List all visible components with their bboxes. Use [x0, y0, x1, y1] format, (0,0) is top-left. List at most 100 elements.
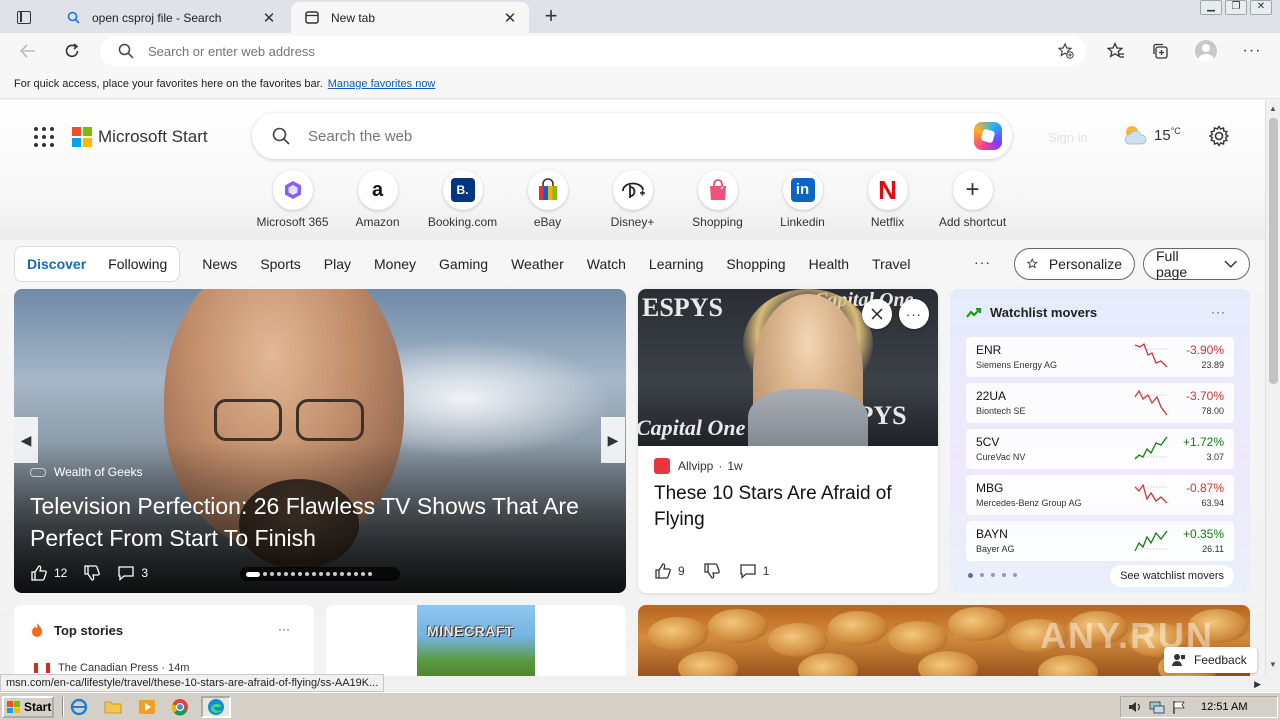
- shortcut-disney[interactable]: Disney+: [590, 170, 675, 229]
- news-card[interactable]: ESPYS Capital One Capital One SPYS ··· A…: [638, 289, 938, 593]
- nav-health[interactable]: Health: [809, 256, 849, 272]
- settings-more-button[interactable]: ···: [1242, 41, 1262, 61]
- full-page-dropdown[interactable]: Full page: [1143, 248, 1250, 280]
- tab-following[interactable]: Following: [108, 256, 167, 272]
- pager-dot[interactable]: [347, 572, 351, 576]
- address-bar[interactable]: [100, 36, 1086, 66]
- nav-weather[interactable]: Weather: [511, 256, 564, 272]
- pager-dot[interactable]: [263, 572, 267, 576]
- tab-actions-button[interactable]: [8, 6, 40, 28]
- shortcut-amazon[interactable]: a Amazon: [335, 170, 420, 229]
- folder-icon[interactable]: [104, 698, 122, 716]
- carousel-prev-button[interactable]: ◀: [14, 417, 38, 463]
- web-search-input[interactable]: [308, 127, 928, 145]
- ie-icon[interactable]: [70, 698, 88, 716]
- sign-in-link[interactable]: Sign in: [1048, 130, 1088, 145]
- address-input[interactable]: [148, 43, 1008, 59]
- nav-travel[interactable]: Travel: [872, 256, 910, 272]
- tab-discover[interactable]: Discover: [27, 256, 86, 272]
- network-icon[interactable]: [1149, 699, 1165, 715]
- pager-dot[interactable]: [246, 571, 260, 577]
- shortcut-netflix[interactable]: N Netflix: [845, 170, 930, 229]
- thumbs-down-icon[interactable]: [83, 564, 101, 582]
- gear-icon[interactable]: [1208, 125, 1230, 147]
- pager-dot[interactable]: [298, 572, 302, 576]
- pager-dot[interactable]: [277, 572, 281, 576]
- microsoft-start-logo[interactable]: Microsoft Start: [72, 127, 208, 147]
- pager-dot[interactable]: [291, 572, 295, 576]
- pager-dot[interactable]: [319, 572, 323, 576]
- comment-icon[interactable]: [117, 564, 135, 582]
- pager-dot[interactable]: [312, 572, 316, 576]
- comment-icon[interactable]: [739, 562, 757, 580]
- watchlist-row-bayn[interactable]: BAYN Bayer AG +0.35% 26.11: [966, 521, 1234, 561]
- web-search-box[interactable]: [252, 113, 1012, 159]
- copilot-icon[interactable]: [974, 122, 1002, 150]
- collections-button[interactable]: [1150, 41, 1170, 61]
- nav-shopping[interactable]: Shopping: [726, 256, 785, 272]
- pager-dot[interactable]: [305, 572, 309, 576]
- shortcut-booking[interactable]: B. Booking.com: [420, 170, 505, 229]
- hero-headline[interactable]: Television Perfection: 26 Flawless TV Sh…: [30, 490, 620, 554]
- pager-dot[interactable]: [284, 572, 288, 576]
- game-card[interactable]: MINECRAFT: [326, 605, 626, 676]
- news-publisher[interactable]: Allvipp · 1w: [654, 458, 743, 474]
- weather-widget[interactable]: 15°C: [1122, 124, 1181, 146]
- tab-search[interactable]: open csproj file - Search ✕: [52, 2, 288, 33]
- nav-gaming[interactable]: Gaming: [439, 256, 488, 272]
- shortcut-shopping[interactable]: Shopping: [675, 170, 760, 229]
- tab-new-tab[interactable]: New tab ✕: [291, 2, 529, 33]
- tab-close-button[interactable]: ✕: [499, 7, 521, 29]
- thumbs-up-icon[interactable]: [30, 564, 48, 582]
- hero-source[interactable]: Wealth of Geeks: [30, 465, 143, 479]
- refresh-button[interactable]: [58, 37, 86, 65]
- favorites-button[interactable]: [1106, 41, 1126, 61]
- pager-dot[interactable]: [354, 572, 358, 576]
- profile-avatar[interactable]: [1195, 40, 1217, 62]
- nav-watch[interactable]: Watch: [587, 256, 626, 272]
- nav-play[interactable]: Play: [324, 256, 351, 272]
- pager-dot[interactable]: [326, 572, 330, 576]
- shortcut-ebay[interactable]: eBay: [505, 170, 590, 229]
- news-headline[interactable]: These 10 Stars Are Afraid of Flying: [654, 481, 924, 533]
- pager-dot[interactable]: [368, 572, 372, 576]
- minimize-button[interactable]: ▁: [1200, 0, 1222, 15]
- back-button[interactable]: [14, 37, 42, 65]
- nav-sports[interactable]: Sports: [260, 256, 300, 272]
- shortcut-linkedin[interactable]: in Linkedin: [760, 170, 845, 229]
- hero-carousel-card[interactable]: ◀ ▶ Wealth of Geeks Television Perfectio…: [14, 289, 626, 593]
- app-launcher-icon[interactable]: [34, 127, 54, 147]
- carousel-next-button[interactable]: ▶: [601, 417, 625, 463]
- flag-icon[interactable]: [1171, 699, 1187, 715]
- pager-dot[interactable]: [361, 572, 365, 576]
- watchlist-row-5cv[interactable]: 5CV CureVac NV +1.72% 3.07: [966, 429, 1234, 469]
- watchlist-pager[interactable]: [968, 573, 1017, 578]
- restore-button[interactable]: ❐: [1225, 0, 1247, 15]
- watchlist-row-enr[interactable]: ENR Siemens Energy AG -3.90% 23.89: [966, 337, 1234, 377]
- add-favorite-icon[interactable]: [1058, 43, 1074, 59]
- vertical-scrollbar[interactable]: ▲ ▼: [1265, 100, 1280, 676]
- volume-icon[interactable]: [1127, 699, 1143, 715]
- tab-close-button[interactable]: ✕: [258, 7, 280, 29]
- pager-dot[interactable]: [333, 572, 337, 576]
- thumbs-up-icon[interactable]: [654, 562, 672, 580]
- feedback-button[interactable]: Feedback: [1164, 647, 1257, 673]
- top-stories-more-button[interactable]: ···: [278, 622, 290, 636]
- scrollbar-thumb[interactable]: [1269, 118, 1278, 384]
- nav-news[interactable]: News: [202, 256, 237, 272]
- see-watchlist-button[interactable]: See watchlist movers: [1110, 565, 1234, 587]
- media-player-icon[interactable]: [138, 698, 156, 716]
- watchlist-row-mbg[interactable]: MBG Mercedes-Benz Group AG -0.87% 63.94: [966, 475, 1234, 515]
- shortcut-add[interactable]: + Add shortcut: [930, 170, 1015, 229]
- dismiss-button[interactable]: [862, 299, 892, 329]
- thumbs-down-icon[interactable]: [703, 562, 721, 580]
- nav-money[interactable]: Money: [374, 256, 416, 272]
- chrome-icon[interactable]: [171, 698, 189, 716]
- nav-learning[interactable]: Learning: [649, 256, 704, 272]
- carousel-pager[interactable]: [240, 567, 400, 581]
- taskbar-edge-button[interactable]: [201, 696, 231, 718]
- manage-favorites-link[interactable]: Manage favorites now: [328, 78, 436, 90]
- shortcut-microsoft365[interactable]: Microsoft 365: [250, 170, 335, 229]
- watchlist-more-button[interactable]: ···: [1211, 305, 1226, 319]
- pager-dot[interactable]: [270, 572, 274, 576]
